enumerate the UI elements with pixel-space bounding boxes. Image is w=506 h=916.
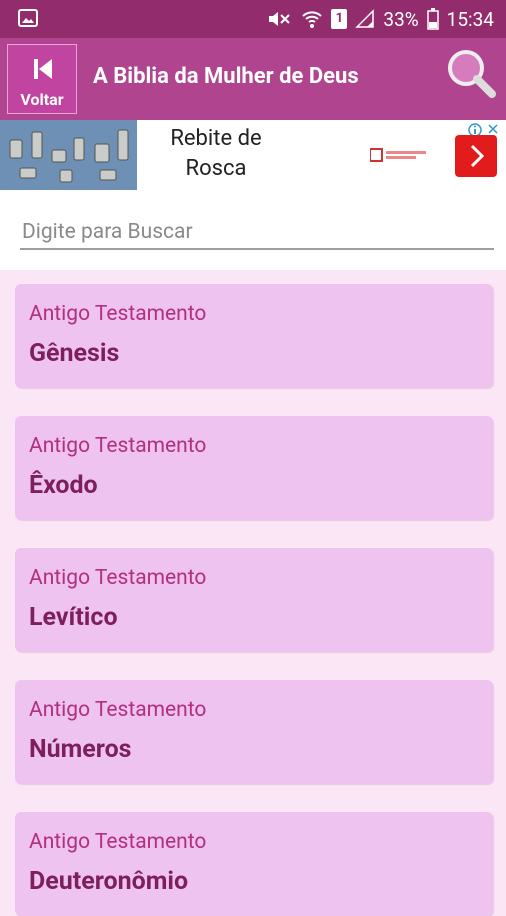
app-title: A Biblia da Mulher de Deus [93, 64, 359, 89]
list-item[interactable]: Antigo Testamento Números [15, 680, 493, 784]
chevron-right-icon [455, 135, 497, 177]
gallery-notification-icon [18, 9, 38, 27]
ad-image [0, 120, 137, 190]
search-icon [448, 50, 496, 98]
app-bar: Voltar A Biblia da Mulher de Deus [0, 38, 506, 120]
battery-icon [426, 8, 439, 30]
list-item[interactable]: Antigo Testamento Gênesis [15, 284, 493, 388]
search-input[interactable] [20, 216, 494, 250]
skip-back-icon [32, 57, 54, 85]
ad-open-button[interactable] [455, 135, 497, 181]
list-item[interactable]: Antigo Testamento Deuteronômio [15, 812, 493, 916]
status-icons: 1 33% 15:34 [267, 6, 494, 32]
search-bar [0, 190, 506, 270]
clock: 15:34 [446, 7, 494, 31]
testament-label: Antigo Testamento [29, 566, 207, 590]
signal-icon [355, 9, 375, 29]
testament-label: Antigo Testamento [29, 698, 207, 722]
testament-label: Antigo Testamento [29, 830, 207, 854]
status-bar: 1 33% 15:34 [0, 0, 506, 38]
ad-text: Rebite de Rosca [170, 126, 262, 181]
book-name: Números [29, 735, 132, 764]
search-button[interactable] [444, 46, 498, 100]
ad-logo [369, 147, 430, 163]
back-button[interactable]: Voltar [7, 44, 77, 114]
testament-label: Antigo Testamento [29, 302, 207, 326]
battery-percent: 33% [383, 7, 419, 31]
mute-icon [267, 9, 293, 29]
book-name: Êxodo [29, 471, 98, 500]
wifi-icon [301, 8, 323, 30]
book-name: Gênesis [29, 339, 120, 368]
book-name: Levítico [29, 603, 118, 632]
ad-banner[interactable]: Rebite de Rosca [0, 120, 506, 190]
testament-label: Antigo Testamento [29, 434, 207, 458]
list-item[interactable]: Antigo Testamento Êxodo [15, 416, 493, 520]
sim-icon: 1 [331, 9, 348, 29]
list-item[interactable]: Antigo Testamento Levítico [15, 548, 493, 652]
back-label: Voltar [20, 90, 64, 109]
book-name: Deuteronômio [29, 867, 189, 896]
